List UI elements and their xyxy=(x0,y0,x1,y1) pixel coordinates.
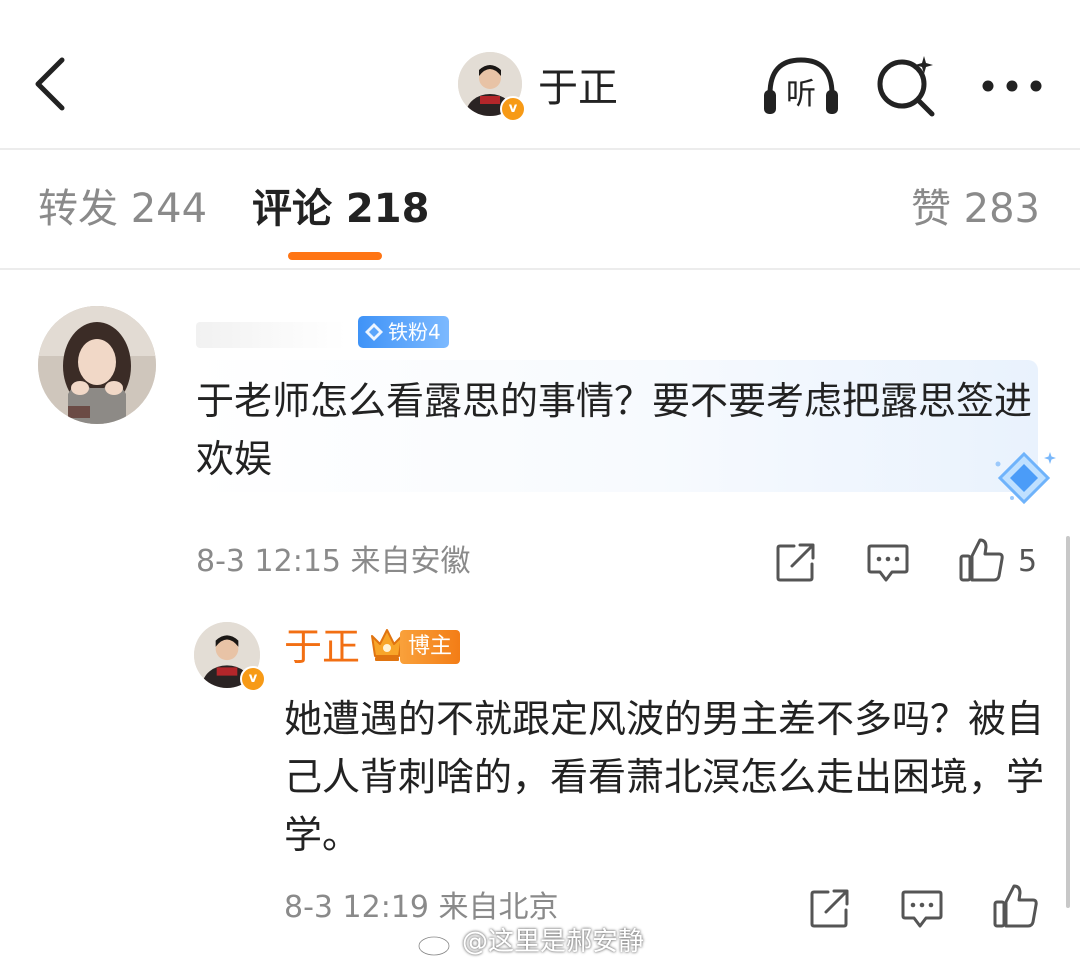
diamond-icon xyxy=(365,323,383,341)
tab-bar: 转发 244 评论 218 赞 283 xyxy=(0,150,1080,270)
comment-icon[interactable] xyxy=(866,540,910,584)
reply-author-name[interactable]: 于正 xyxy=(284,624,360,670)
fan-level-badge: 铁粉4 xyxy=(358,316,449,348)
comment-text: 于老师怎么看露思的事情？要不要考虑把露思签进欢娱 xyxy=(196,379,1033,481)
like-icon[interactable] xyxy=(958,536,1006,584)
comment-like-count: 5 xyxy=(1018,544,1038,579)
scrollbar[interactable] xyxy=(1066,536,1070,908)
listen-icon[interactable]: 听 xyxy=(762,54,840,118)
reply-time: 8-3 12:19 xyxy=(284,890,429,925)
top-bar: v 于正 听 xyxy=(0,0,1080,150)
weibo-logo-icon xyxy=(417,929,454,957)
tab-likes[interactable]: 赞 283 xyxy=(911,184,1040,234)
reply-meta: 8-3 12:19 来自北京 xyxy=(284,888,559,928)
commenter-avatar[interactable] xyxy=(38,306,156,424)
reply-comment-icon[interactable] xyxy=(900,886,944,930)
reply-verified-icon: v xyxy=(240,666,266,692)
page-title: 于正 xyxy=(538,65,618,111)
back-icon[interactable] xyxy=(28,52,76,116)
tab-comments[interactable]: 评论 218 xyxy=(252,184,429,234)
gem-decoration-icon xyxy=(995,451,1056,505)
watermark-text: @这里是郝安静 xyxy=(462,927,645,957)
reply-repost-icon[interactable] xyxy=(808,886,852,930)
comment-meta: 8-3 12:15 来自安徽 xyxy=(196,542,471,582)
fan-badge-label: 铁粉4 xyxy=(388,320,441,344)
blogger-badge: 博主 xyxy=(400,630,461,664)
search-icon[interactable] xyxy=(874,52,938,118)
comment-location: 来自安徽 xyxy=(350,544,471,579)
verified-icon: v xyxy=(500,96,526,122)
active-tab-indicator xyxy=(288,252,382,260)
reply-text: 她遭遇的不就跟定风波的男主差不多吗？被自己人背刺啥的，看看萧北溟怎么走出困境，学… xyxy=(284,697,1045,857)
reply-location: 来自北京 xyxy=(438,890,559,925)
reply-like-icon[interactable] xyxy=(992,882,1040,930)
repost-icon[interactable] xyxy=(774,540,818,584)
more-icon[interactable] xyxy=(980,78,1044,94)
tab-reposts[interactable]: 转发 244 xyxy=(38,184,207,234)
listen-label: 听 xyxy=(786,77,816,112)
comment-time: 8-3 12:15 xyxy=(196,544,341,579)
watermark: @这里是郝安静 xyxy=(416,924,644,960)
commenter-name-blurred[interactable] xyxy=(196,322,346,348)
